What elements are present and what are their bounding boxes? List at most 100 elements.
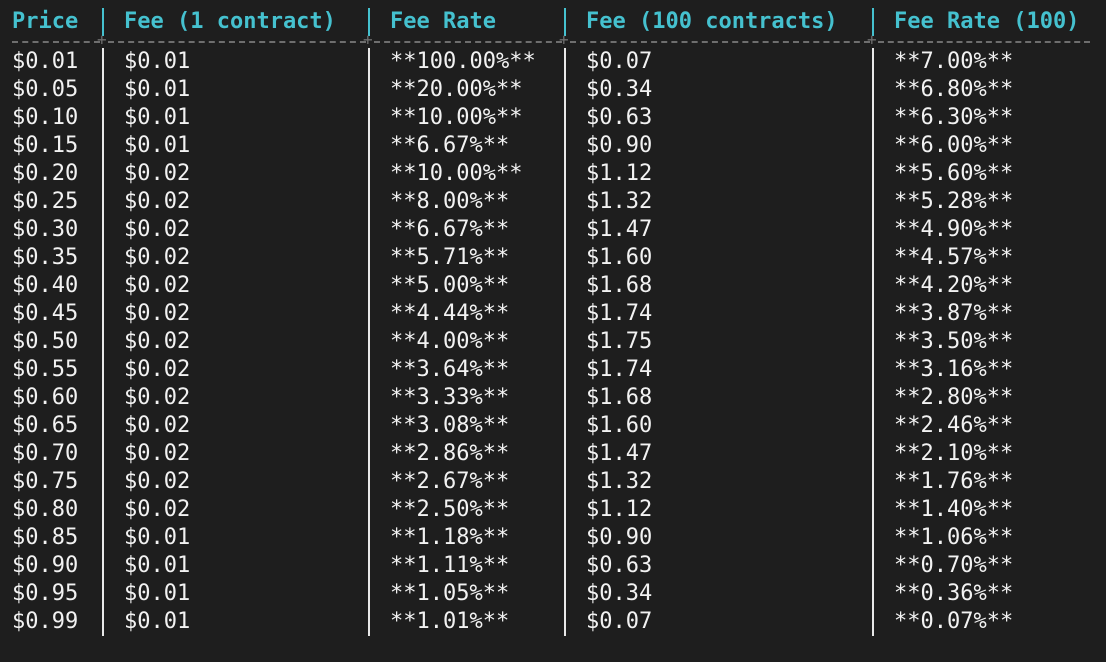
column-divider bbox=[564, 188, 566, 216]
cell-fee-1: $0.02 bbox=[124, 161, 191, 186]
cell-fee-100: $0.90 bbox=[586, 133, 653, 158]
cell-fee-1: $0.02 bbox=[124, 469, 191, 494]
column-divider bbox=[102, 244, 104, 272]
table-row: $0.35 $0.02 **5.71%** $1.60 **4.57%** bbox=[12, 244, 1102, 272]
cell-fee-1: $0.01 bbox=[124, 105, 191, 130]
separator-plus: + bbox=[363, 30, 373, 49]
column-divider bbox=[368, 244, 370, 272]
column-divider bbox=[102, 160, 104, 188]
column-divider bbox=[102, 104, 104, 132]
cell-fee-rate-100: **1.40%** bbox=[894, 497, 1014, 522]
table-header: Price Fee (1 contract) Fee Rate Fee (100… bbox=[12, 8, 1102, 36]
column-divider bbox=[368, 552, 370, 580]
column-divider bbox=[564, 76, 566, 104]
column-divider bbox=[102, 216, 104, 244]
column-divider bbox=[368, 188, 370, 216]
cell-fee-rate-100: **6.30%** bbox=[894, 105, 1014, 130]
column-divider bbox=[564, 496, 566, 524]
column-divider bbox=[564, 580, 566, 608]
cell-fee-rate-100: **3.16%** bbox=[894, 357, 1014, 382]
column-divider bbox=[102, 48, 104, 76]
column-divider bbox=[368, 384, 370, 412]
cell-fee-1: $0.01 bbox=[124, 77, 191, 102]
column-divider bbox=[872, 468, 874, 496]
table-row: $0.10 $0.01 **10.00%** $0.63 **6.30%** bbox=[12, 104, 1102, 132]
cell-fee-1: $0.02 bbox=[124, 273, 191, 298]
column-divider bbox=[368, 580, 370, 608]
column-divider bbox=[102, 552, 104, 580]
cell-fee-rate: **10.00%** bbox=[390, 161, 523, 186]
column-divider bbox=[872, 300, 874, 328]
cell-fee-100: $0.34 bbox=[586, 581, 653, 606]
separator-dash bbox=[878, 41, 1090, 43]
table-row: $0.90 $0.01 **1.11%** $0.63 **0.70%** bbox=[12, 552, 1102, 580]
separator-dash bbox=[12, 41, 100, 43]
cell-fee-100: $0.63 bbox=[586, 105, 653, 130]
separator-dash bbox=[570, 41, 870, 43]
column-divider bbox=[872, 356, 874, 384]
cell-fee-rate-100: **5.28%** bbox=[894, 189, 1014, 214]
column-divider bbox=[564, 132, 566, 160]
cell-price: $0.99 bbox=[12, 609, 79, 634]
column-divider bbox=[368, 132, 370, 160]
cell-fee-100: $1.74 bbox=[586, 357, 653, 382]
table-row: $0.95 $0.01 **1.05%** $0.34 **0.36%** bbox=[12, 580, 1102, 608]
column-divider bbox=[564, 524, 566, 552]
cell-fee-1: $0.01 bbox=[124, 49, 191, 74]
cell-fee-1: $0.02 bbox=[124, 329, 191, 354]
column-divider bbox=[564, 48, 566, 76]
cell-fee-rate: **100.00%** bbox=[390, 49, 536, 74]
column-divider bbox=[564, 384, 566, 412]
cell-price: $0.65 bbox=[12, 413, 79, 438]
table-row: $0.01 $0.01 **100.00%** $0.07 **7.00%** bbox=[12, 48, 1102, 76]
column-divider bbox=[872, 216, 874, 244]
cell-price: $0.15 bbox=[12, 133, 79, 158]
cell-fee-rate: **4.44%** bbox=[390, 301, 510, 326]
column-divider bbox=[872, 160, 874, 188]
column-divider bbox=[564, 552, 566, 580]
cell-price: $0.25 bbox=[12, 189, 79, 214]
column-divider bbox=[872, 524, 874, 552]
cell-fee-rate: **6.67%** bbox=[390, 217, 510, 242]
cell-price: $0.05 bbox=[12, 77, 79, 102]
column-divider bbox=[872, 104, 874, 132]
cell-fee-100: $1.47 bbox=[586, 217, 653, 242]
cell-price: $0.30 bbox=[12, 217, 79, 242]
column-header-fee-1: Fee (1 contract) bbox=[124, 9, 336, 34]
cell-fee-rate-100: **6.00%** bbox=[894, 133, 1014, 158]
cell-fee-rate: **20.00%** bbox=[390, 77, 523, 102]
table-row: $0.20 $0.02 **10.00%** $1.12 **5.60%** bbox=[12, 160, 1102, 188]
cell-fee-rate-100: **0.36%** bbox=[894, 581, 1014, 606]
cell-fee-rate-100: **3.87%** bbox=[894, 301, 1014, 326]
column-divider bbox=[368, 412, 370, 440]
column-divider bbox=[102, 188, 104, 216]
table-row: $0.45 $0.02 **4.44%** $1.74 **3.87%** bbox=[12, 300, 1102, 328]
cell-fee-1: $0.02 bbox=[124, 385, 191, 410]
table-row: $0.60 $0.02 **3.33%** $1.68 **2.80%** bbox=[12, 384, 1102, 412]
table-row: $0.40 $0.02 **5.00%** $1.68 **4.20%** bbox=[12, 272, 1102, 300]
column-divider bbox=[368, 48, 370, 76]
cell-fee-rate-100: **0.07%** bbox=[894, 609, 1014, 634]
cell-fee-rate: **6.67%** bbox=[390, 133, 510, 158]
column-divider bbox=[872, 496, 874, 524]
table-body: $0.01 $0.01 **100.00%** $0.07 **7.00%** $0.05… bbox=[12, 48, 1102, 636]
cell-fee-100: $1.68 bbox=[586, 273, 653, 298]
column-divider bbox=[102, 468, 104, 496]
cell-fee-1: $0.02 bbox=[124, 441, 191, 466]
cell-fee-rate: **10.00%** bbox=[390, 105, 523, 130]
column-divider bbox=[872, 328, 874, 356]
column-divider bbox=[102, 76, 104, 104]
separator-plus: + bbox=[867, 30, 877, 49]
cell-fee-100: $1.75 bbox=[586, 329, 653, 354]
column-divider bbox=[102, 608, 104, 636]
cell-fee-100: $1.32 bbox=[586, 469, 653, 494]
column-divider bbox=[368, 608, 370, 636]
cell-price: $0.70 bbox=[12, 441, 79, 466]
cell-fee-100: $0.07 bbox=[586, 609, 653, 634]
cell-price: $0.45 bbox=[12, 301, 79, 326]
column-divider bbox=[102, 132, 104, 160]
table-row: $0.55 $0.02 **3.64%** $1.74 **3.16%** bbox=[12, 356, 1102, 384]
column-divider bbox=[564, 468, 566, 496]
column-divider bbox=[368, 76, 370, 104]
column-divider bbox=[872, 188, 874, 216]
